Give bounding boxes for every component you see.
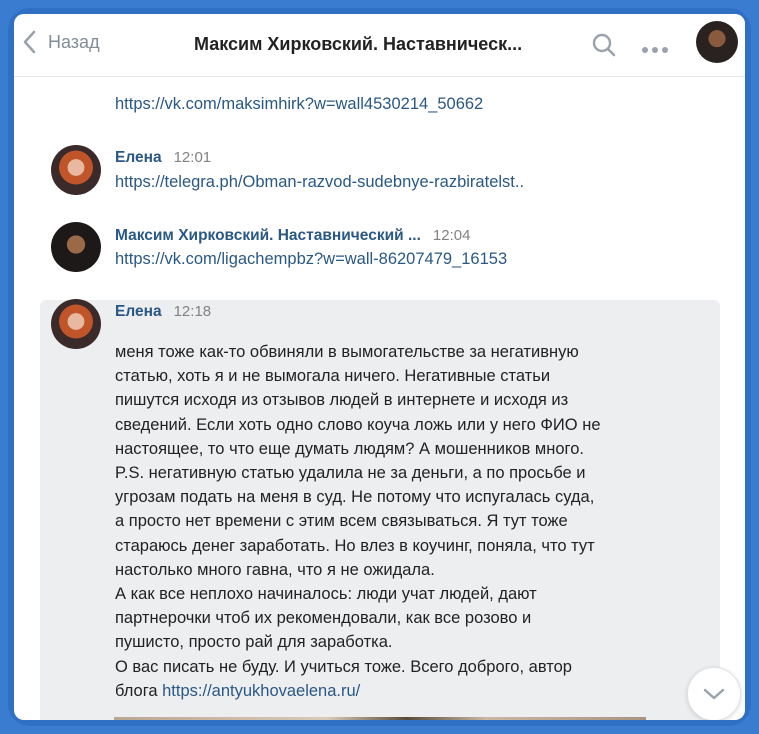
chat-header: Назад Максим Хирковский. Наставническ... bbox=[14, 14, 745, 77]
message-text-line: угрозам подать на меня в суд. Не потому … bbox=[115, 488, 595, 507]
scroll-down-button[interactable] bbox=[687, 667, 741, 720]
avatar[interactable] bbox=[51, 299, 101, 349]
message-text: меня тоже как-то обвиняли в вымогательст… bbox=[115, 340, 655, 703]
message-text-line: А как все неплохо начиналось: люди учат … bbox=[115, 585, 537, 604]
message-link[interactable]: https://vk.com/ligachempbz?w=wall-862074… bbox=[115, 250, 507, 268]
message-text-line: партнерочки чтоб их рекомендовали, как в… bbox=[115, 609, 532, 628]
message-item: https://vk.com/ligachempbz?w=wall-862074… bbox=[115, 250, 507, 269]
message-text-line: О вас писать не буду. И учиться тоже. Вс… bbox=[115, 657, 572, 676]
message-item: https://vk.com/maksimhirk?w=wall4530214_… bbox=[115, 95, 483, 114]
chevron-left-icon bbox=[23, 30, 36, 54]
message-text-line: пушисто, просто рай для заработка. bbox=[115, 633, 393, 652]
message-text-line: сведений. Если хоть одно слово коуча лож… bbox=[115, 415, 601, 434]
avatar[interactable] bbox=[51, 145, 101, 195]
sender-name[interactable]: Елена bbox=[115, 303, 162, 321]
message-list: https://vk.com/maksimhirk?w=wall4530214_… bbox=[14, 77, 745, 720]
message-text-line: меня тоже как-то обвиняли в вымогательст… bbox=[115, 343, 579, 361]
message-text-line: P.S. негативную статью удалила не за ден… bbox=[115, 464, 586, 483]
message-link[interactable]: https://vk.com/maksimhirk?w=wall4530214_… bbox=[115, 95, 483, 113]
message-time: 12:18 bbox=[173, 303, 212, 320]
attached-photo[interactable] bbox=[114, 717, 646, 720]
sender-name[interactable]: Елена bbox=[115, 149, 162, 167]
message-header: Елена 12:18 bbox=[115, 303, 211, 321]
message-text-line: статью, хоть я и не вымогала ничего. Нег… bbox=[115, 367, 551, 386]
chat-window: Назад Максим Хирковский. Наставническ...… bbox=[14, 14, 745, 720]
search-icon bbox=[592, 33, 616, 57]
message-text-line: стараюсь денег заработать. Но влез в коу… bbox=[115, 536, 595, 555]
message-text-line: блога https://antyukhovaelena.ru/ bbox=[115, 679, 655, 703]
back-button[interactable]: Назад bbox=[22, 30, 100, 54]
message-text-prefix: блога bbox=[115, 681, 163, 700]
back-label: Назад bbox=[48, 31, 100, 52]
search-button[interactable] bbox=[591, 32, 617, 63]
more-button[interactable] bbox=[641, 41, 669, 59]
message-header: Максим Хирковский. Наставнический ... 12… bbox=[115, 227, 470, 245]
sender-name[interactable]: Максим Хирковский. Наставнический ... bbox=[115, 227, 421, 245]
message-text-line: пишутся исходя из отзывов людей в интерн… bbox=[115, 391, 569, 410]
message-link[interactable]: https://telegra.ph/Obman-razvod-sudebnye… bbox=[115, 173, 524, 191]
message-text-line: настолько много гавна, что я не ожидала. bbox=[115, 560, 435, 579]
message-header: Елена 12:01 bbox=[115, 149, 211, 167]
chevron-down-icon bbox=[703, 688, 725, 700]
message-text-line: настоящее, то что еще думать людям? А мо… bbox=[115, 439, 584, 458]
message-text-line: а просто нет времени с этим всем связыва… bbox=[115, 512, 568, 531]
message-time: 12:01 bbox=[173, 149, 212, 166]
more-icon bbox=[642, 47, 668, 53]
message-item: https://telegra.ph/Obman-razvod-sudebnye… bbox=[115, 173, 524, 192]
avatar[interactable] bbox=[51, 222, 101, 272]
chat-title[interactable]: Максим Хирковский. Наставническ... bbox=[194, 34, 554, 55]
chat-avatar[interactable] bbox=[696, 21, 738, 63]
message-link[interactable]: https://antyukhovaelena.ru/ bbox=[162, 682, 360, 700]
message-time: 12:04 bbox=[432, 227, 471, 244]
